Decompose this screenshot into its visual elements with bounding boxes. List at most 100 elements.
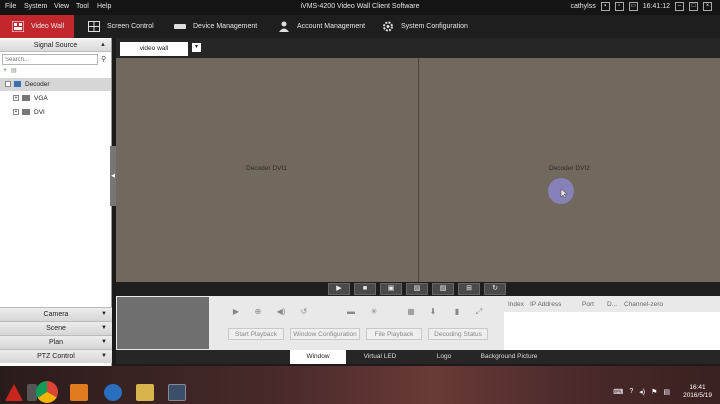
chevron-down-icon: ▼ xyxy=(101,325,107,331)
tab-logo[interactable]: Logo xyxy=(416,350,472,364)
taskbar-clock[interactable]: 16:41 2016/5/19 xyxy=(683,384,712,400)
channel-table-body[interactable] xyxy=(504,312,720,350)
camera-icon[interactable]: ▬ xyxy=(345,306,357,318)
bottom-tab-bar: Window Virtual LED Logo Background Pictu… xyxy=(116,350,720,364)
tab-background-picture[interactable]: Background Picture xyxy=(474,350,544,364)
folder-icon xyxy=(22,109,30,115)
tab-video-wall[interactable]: Video Wall xyxy=(0,15,74,38)
file-explorer-icon[interactable] xyxy=(136,384,154,401)
refresh-icon[interactable]: ↻ xyxy=(484,283,506,295)
col-index[interactable]: Index xyxy=(508,301,524,308)
close-icon[interactable]: × xyxy=(703,2,712,11)
split-icon[interactable]: ⊞ xyxy=(458,283,480,295)
tab-label: System Configuration xyxy=(401,23,468,30)
refresh-icon[interactable]: ▤ xyxy=(11,67,17,74)
rewind-icon[interactable]: ↺ xyxy=(298,306,310,318)
decoder-icon xyxy=(14,81,21,87)
clock-date: 2016/5/19 xyxy=(683,392,712,399)
device-icon xyxy=(174,21,186,32)
search-input[interactable] xyxy=(2,54,98,65)
warning-icon[interactable] xyxy=(5,384,23,401)
tab-label: Video Wall xyxy=(31,23,65,30)
tree-item-vga[interactable]: + VGA xyxy=(0,92,111,105)
nav-bar: Video Wall Screen Control Device Managem… xyxy=(0,15,720,38)
sound-icon[interactable]: ◂) xyxy=(639,388,645,396)
tree-label: VGA xyxy=(34,95,48,102)
video-wall-canvas[interactable]: Decoder DVI1 Decoder DVI2 xyxy=(116,58,720,282)
tab-label: Device Management xyxy=(193,23,258,30)
download-icon[interactable]: ⬇ xyxy=(427,306,439,318)
tab-window[interactable]: Window xyxy=(290,350,346,364)
network-icon[interactable]: ▤ xyxy=(663,388,670,396)
window-icon[interactable]: ▣ xyxy=(380,283,402,295)
signal-source-header[interactable]: Signal Source ▲ xyxy=(0,39,111,52)
picture-icon[interactable]: ▨ xyxy=(432,283,454,295)
nav-label: Camera xyxy=(43,311,69,318)
minimize-icon[interactable]: – xyxy=(675,2,684,11)
audio-icon[interactable]: ◀) xyxy=(275,306,287,318)
screen-grid-icon xyxy=(88,21,100,32)
decoding-status-button[interactable]: Decoding Status xyxy=(428,328,488,340)
nav-label: Plan xyxy=(48,339,63,346)
tab-video-wall-view[interactable]: video wall xyxy=(120,42,188,56)
expand-icon[interactable]: + xyxy=(13,109,19,115)
window-configuration-button[interactable]: Window Configuration xyxy=(290,328,360,340)
tree-label: DVI xyxy=(34,109,45,116)
col-port[interactable]: Port xyxy=(582,301,594,308)
playback-area: ▶ ⊕ ◀) ↺ ▬ ✳ ▦ ⬇ ▮ ⤢ Start Playback Wind… xyxy=(116,296,720,350)
nav-plan[interactable]: Plan ▼ xyxy=(0,335,112,349)
internet-explorer-icon[interactable] xyxy=(104,384,122,401)
clock-time: 16:41 xyxy=(689,384,706,391)
outlook-icon[interactable] xyxy=(70,384,88,401)
tab-system-configuration[interactable]: System Configuration xyxy=(382,15,468,38)
file-playback-button[interactable]: File Playback xyxy=(366,328,422,340)
tab-screen-control[interactable]: Screen Control xyxy=(88,15,154,38)
image-icon[interactable]: ▨ xyxy=(406,283,428,295)
expand-icon[interactable]: + xyxy=(13,95,19,101)
zoom-icon[interactable]: ⊕ xyxy=(252,306,264,318)
chrome-icon[interactable] xyxy=(36,381,58,403)
checkbox-icon[interactable] xyxy=(5,81,11,87)
start-playback-button[interactable]: Start Playback xyxy=(228,328,284,340)
col-d[interactable]: D... xyxy=(607,301,617,308)
settings-icon[interactable]: ▫ xyxy=(614,2,624,11)
person-icon xyxy=(278,21,290,32)
flag-icon[interactable]: ⚑ xyxy=(651,388,657,396)
chevron-down-icon: ▼ xyxy=(101,339,107,345)
add-icon[interactable]: + xyxy=(3,67,7,74)
tree-item-decoder[interactable]: Decoder xyxy=(0,78,111,91)
menu-bar: File System View Tool Help iVMS-4200 Vid… xyxy=(0,0,720,15)
tab-account-management[interactable]: Account Management xyxy=(278,15,365,38)
grid-icon[interactable]: ▦ xyxy=(405,306,417,318)
nav-ptz-control[interactable]: PTZ Control ▼ xyxy=(0,349,112,363)
tab-device-management[interactable]: Device Management xyxy=(174,15,257,38)
cursor-highlight xyxy=(548,178,574,204)
play-icon[interactable]: ▶ xyxy=(328,283,350,295)
preview-window[interactable] xyxy=(117,297,209,349)
col-channel-zero[interactable]: Channel-zero xyxy=(624,301,663,308)
tab-virtual-led[interactable]: Virtual LED xyxy=(352,350,408,364)
help-icon[interactable]: ? xyxy=(629,388,633,396)
loading-icon[interactable]: ✳ xyxy=(368,306,380,318)
ivms-app-icon[interactable] xyxy=(168,384,186,401)
lock-icon[interactable]: ▪ xyxy=(600,2,610,11)
channel-table-header: Index IP Address Port D... Channel-zero xyxy=(504,298,720,312)
tree-item-dvi[interactable]: + DVI xyxy=(0,106,111,119)
monitor-icon[interactable]: ▭ xyxy=(628,2,638,11)
nav-scene[interactable]: Scene ▼ xyxy=(0,321,112,335)
search-icon[interactable]: ⚲ xyxy=(101,55,106,63)
nav-camera[interactable]: Camera ▼ xyxy=(0,307,112,321)
lock-icon[interactable]: ▮ xyxy=(451,306,463,318)
play-icon[interactable]: ▶ xyxy=(230,306,242,318)
fullscreen-icon[interactable]: ⤢ xyxy=(473,306,485,318)
decoder-window-2[interactable]: Decoder DVI2 xyxy=(549,165,590,172)
chevron-down-icon: ▼ xyxy=(101,353,107,359)
panel-title: Signal Source xyxy=(33,42,78,49)
keyboard-icon[interactable]: ⌨ xyxy=(613,388,623,396)
video-wall-icon xyxy=(11,20,25,33)
add-tab-button[interactable]: ▾ xyxy=(192,43,201,52)
col-ip-address[interactable]: IP Address xyxy=(530,301,561,308)
maximize-icon[interactable]: □ xyxy=(689,2,698,11)
decoder-window-1[interactable]: Decoder DVI1 xyxy=(246,165,287,172)
stop-icon[interactable]: ■ xyxy=(354,283,376,295)
